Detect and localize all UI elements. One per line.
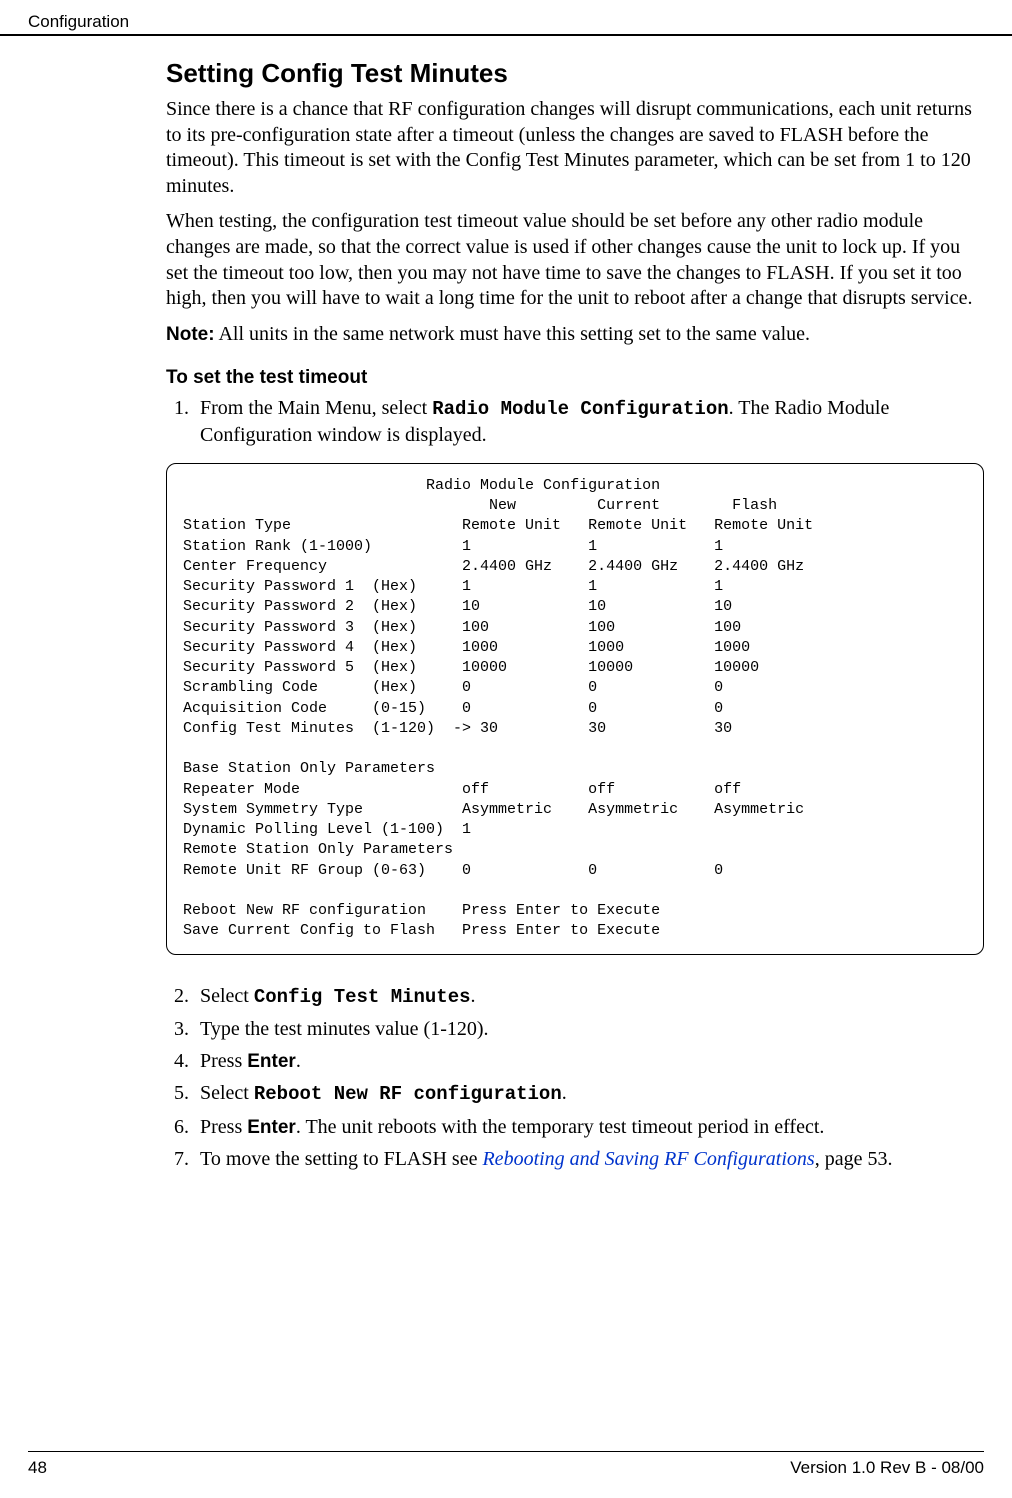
procedure-title: To set the test timeout: [166, 367, 984, 389]
note-label: Note:: [166, 324, 215, 345]
step-6-key: Enter: [247, 1117, 296, 1138]
step-2: Select Config Test Minutes.: [194, 983, 984, 1010]
footer-rule: [28, 1451, 984, 1452]
step-4-text-b: .: [296, 1050, 301, 1072]
step-6-text-b: . The unit reboots with the temporary te…: [296, 1116, 825, 1138]
step-4-text-a: Press: [200, 1050, 247, 1072]
note-line: Note: All units in the same network must…: [166, 322, 984, 348]
version-string: Version 1.0 Rev B - 08/00: [790, 1458, 984, 1478]
step-3: Type the test minutes value (1-120).: [194, 1016, 984, 1042]
step-1-command: Radio Module Configuration: [432, 398, 728, 420]
step-4: Press Enter.: [194, 1048, 984, 1074]
step-1-text-a: From the Main Menu, select: [200, 397, 432, 419]
header-rule: [0, 34, 1012, 36]
step-2-command: Config Test Minutes: [254, 986, 471, 1008]
step-6-text-a: Press: [200, 1116, 247, 1138]
paragraph-2: When testing, the configuration test tim…: [166, 209, 984, 311]
step-7-link[interactable]: Rebooting and Saving RF Configurations: [482, 1148, 814, 1170]
note-text: All units in the same network must have …: [215, 323, 810, 345]
step-7-text-a: To move the setting to FLASH see: [200, 1148, 482, 1170]
page-number: 48: [28, 1458, 47, 1478]
step-2-text-b: .: [471, 985, 476, 1007]
step-2-text-a: Select: [200, 985, 254, 1007]
header-section: Configuration: [28, 12, 129, 31]
step-7: To move the setting to FLASH see Rebooti…: [194, 1146, 984, 1172]
step-5: Select Reboot New RF configuration.: [194, 1080, 984, 1107]
step-6: Press Enter. The unit reboots with the t…: [194, 1114, 984, 1140]
page-title: Setting Config Test Minutes: [166, 58, 984, 89]
paragraph-1: Since there is a chance that RF configur…: [166, 97, 984, 199]
step-4-key: Enter: [247, 1051, 296, 1072]
step-5-text-b: .: [562, 1082, 567, 1104]
step-1: From the Main Menu, select Radio Module …: [194, 395, 984, 448]
step-5-text-a: Select: [200, 1082, 254, 1104]
terminal-output: Radio Module Configuration New Current F…: [166, 463, 984, 955]
step-7-text-b: , page 53.: [815, 1148, 893, 1170]
step-5-command: Reboot New RF configuration: [254, 1083, 562, 1105]
